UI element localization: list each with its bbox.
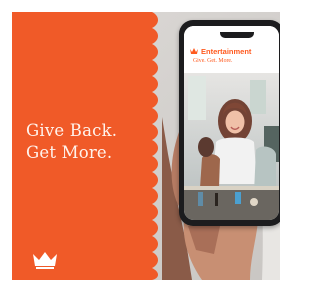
ad-banner[interactable]: Give Back. Get More. Entertainment Give.… <box>12 12 280 280</box>
app-brand: Entertainment <box>190 47 251 56</box>
phone-mockup: Entertainment Give. Get. More. <box>179 20 280 226</box>
phone-screen: Entertainment Give. Get. More. <box>184 26 279 220</box>
crown-icon <box>190 48 198 54</box>
headline-line-1: Give Back. <box>26 121 118 140</box>
phone-notch <box>220 32 254 38</box>
app-tagline: Give. Get. More. <box>193 58 233 64</box>
brand-name: Entertainment <box>201 47 252 56</box>
headline: Give Back. Get More. <box>26 120 156 164</box>
crown-icon <box>33 252 57 269</box>
headline-line-2: Get More. <box>26 143 113 162</box>
